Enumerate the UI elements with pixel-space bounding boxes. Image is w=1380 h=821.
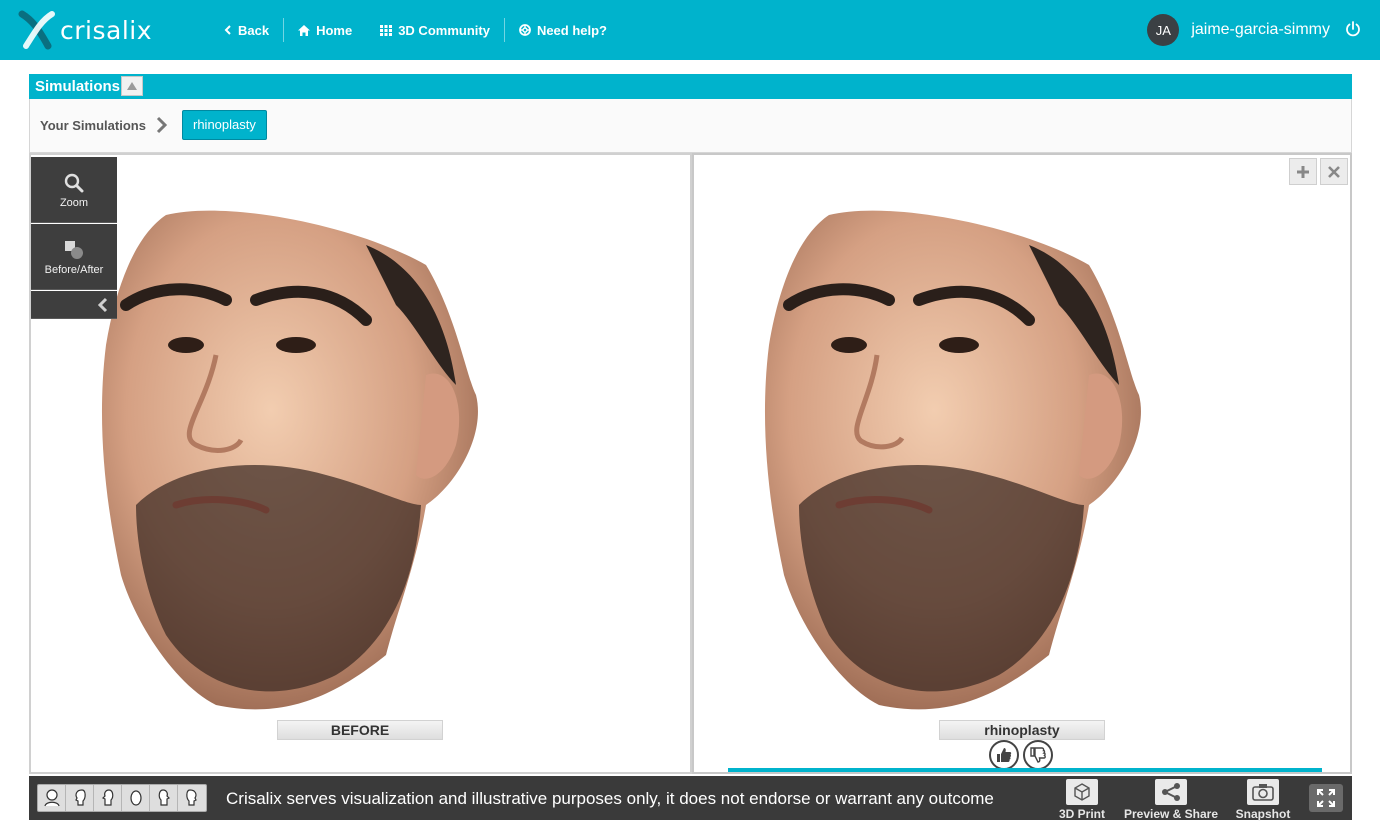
- cube-icon: [1074, 783, 1090, 801]
- main-nav: Back Home 3D Community Need help?: [210, 0, 621, 60]
- 3d-print-label: 3D Print: [1058, 807, 1105, 821]
- grid-icon: [380, 24, 393, 36]
- disclaimer-text: Crisalix serves visualization and illust…: [226, 789, 994, 808]
- preview-share-label: Preview & Share: [1123, 807, 1219, 821]
- three-quarter-left-view-icon[interactable]: [66, 785, 94, 811]
- view-angle-selector: [37, 784, 207, 812]
- help-label: Need help?: [536, 22, 608, 38]
- community-link[interactable]: 3D Community: [366, 18, 504, 42]
- after-viewport[interactable]: rhinoplasty: [692, 153, 1352, 774]
- help-link[interactable]: Need help?: [505, 18, 621, 42]
- front-view-icon[interactable]: [38, 785, 66, 811]
- after-face-model: [764, 210, 1141, 710]
- avatar: JA: [1147, 14, 1180, 46]
- after-label: rhinoplasty: [939, 720, 1105, 740]
- username: jaime-garcia-simmy: [1191, 21, 1330, 38]
- preview-share-button[interactable]: Preview & Share: [1121, 779, 1221, 821]
- simulations-panel-header: Simulations: [29, 74, 1352, 99]
- viewport-actions: [1289, 158, 1348, 185]
- thumbs-down-icon: [1030, 747, 1046, 763]
- lifebuoy-icon: [519, 24, 531, 36]
- before-viewport[interactable]: Zoom Before/After BEFORE: [29, 153, 692, 774]
- home-icon: [298, 24, 311, 36]
- chevron-left-icon: [224, 25, 231, 35]
- close-icon: [1328, 165, 1340, 178]
- crisalix-logo[interactable]: crisalix: [18, 10, 152, 50]
- expand-icon: [1317, 789, 1335, 807]
- 3d-print-button[interactable]: 3D Print: [1054, 779, 1110, 821]
- top-bar: crisalix Back Home 3D Community Need hel…: [0, 0, 1380, 60]
- snapshot-label: Snapshot: [1235, 807, 1291, 821]
- zoom-label: Zoom: [59, 197, 89, 209]
- right-profile-view-icon[interactable]: [150, 785, 178, 811]
- before-face-model: [101, 210, 478, 710]
- add-view-button[interactable]: [1289, 158, 1317, 185]
- like-button[interactable]: [989, 740, 1019, 770]
- plus-icon: [1297, 165, 1309, 178]
- community-label: 3D Community: [398, 22, 490, 38]
- power-icon[interactable]: [1344, 20, 1362, 38]
- panel-title: Simulations: [35, 78, 121, 95]
- dislike-button[interactable]: [1023, 740, 1053, 770]
- before-after-tool[interactable]: Before/After: [31, 224, 117, 290]
- chevron-right-icon: [156, 116, 168, 134]
- before-label: BEFORE: [277, 720, 443, 740]
- left-profile-view-icon[interactable]: [94, 785, 122, 811]
- rating-buttons: [989, 740, 1053, 770]
- home-label: Home: [316, 22, 353, 38]
- brand-name: crisalix: [60, 15, 153, 45]
- snapshot-button[interactable]: Snapshot: [1231, 779, 1295, 821]
- breadcrumb-current[interactable]: rhinoplasty: [182, 110, 267, 140]
- crisalix-logo-icon: [18, 10, 55, 50]
- home-link[interactable]: Home: [284, 18, 366, 42]
- bottom-toolbar: Crisalix serves visualization and illust…: [29, 776, 1352, 821]
- camera-icon: [1252, 784, 1274, 801]
- close-view-button[interactable]: [1320, 158, 1348, 185]
- collapse-panel-button[interactable]: [121, 76, 143, 96]
- triangle-up-icon: [127, 82, 137, 90]
- back-button[interactable]: Back: [210, 18, 283, 42]
- loading-progress-bar: [728, 768, 1322, 772]
- breadcrumb-root[interactable]: Your Simulations: [40, 118, 146, 133]
- chevron-left-icon: [97, 297, 108, 313]
- before-after-label: Before/After: [44, 264, 104, 276]
- share-icon: [1162, 783, 1180, 801]
- shapes-icon: [65, 241, 83, 259]
- three-quarter-right-view-icon[interactable]: [178, 785, 206, 811]
- search-icon: [64, 173, 84, 193]
- top-view-icon[interactable]: [122, 785, 150, 811]
- toolbar-toggle-button[interactable]: [31, 291, 117, 319]
- zoom-tool[interactable]: Zoom: [31, 157, 117, 223]
- fullscreen-button[interactable]: [1309, 784, 1343, 812]
- breadcrumb: Your Simulations rhinoplasty: [29, 99, 1352, 153]
- thumbs-up-icon: [997, 748, 1012, 762]
- back-label: Back: [238, 22, 270, 38]
- user-menu[interactable]: JA jaime-garcia-simmy: [1147, 14, 1330, 46]
